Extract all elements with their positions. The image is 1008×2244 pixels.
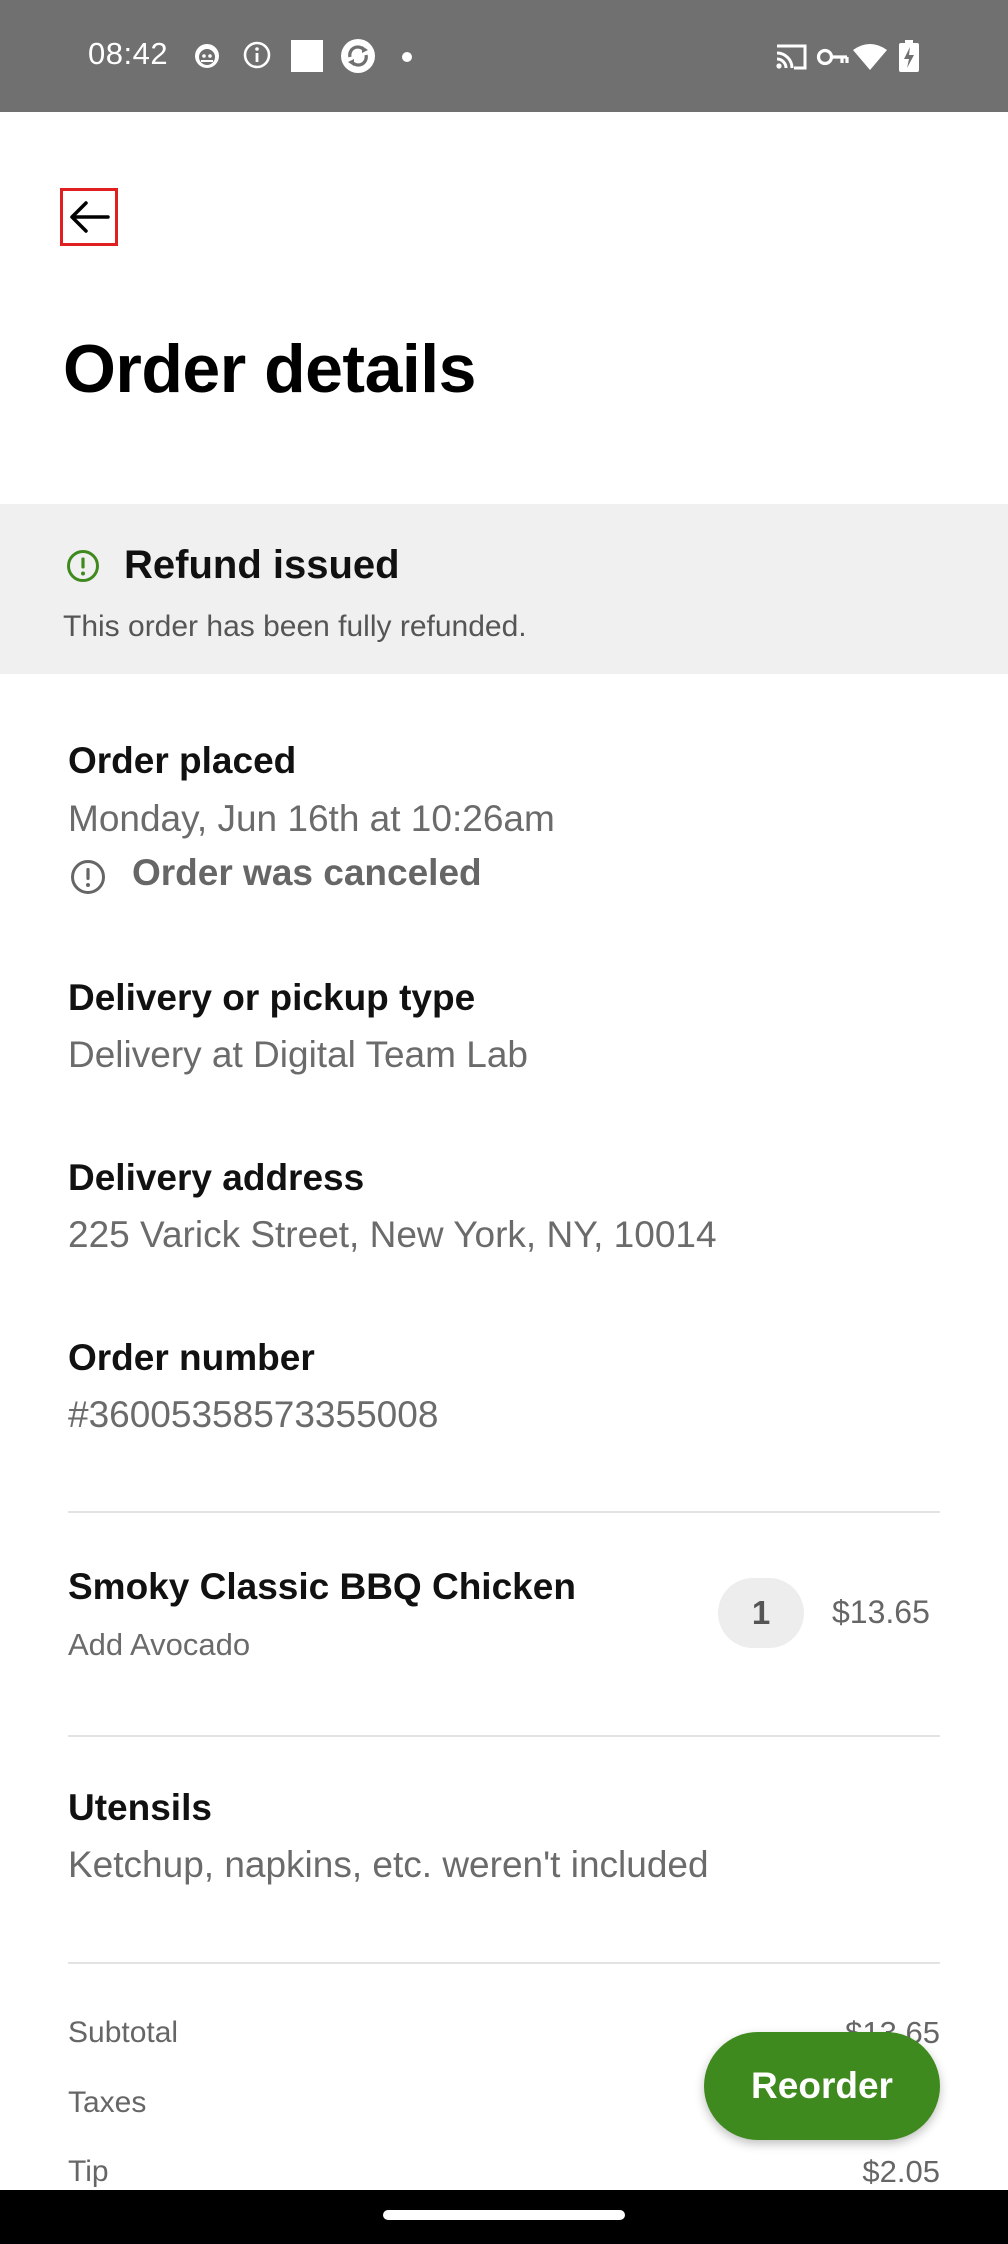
- delivery-type-label: Delivery or pickup type: [68, 977, 476, 1018]
- tip-label: Tip: [68, 2155, 109, 2188]
- taxes-label: Taxes: [68, 2086, 147, 2119]
- arrow-left-icon: [70, 201, 110, 233]
- dot-icon: [402, 52, 412, 62]
- utensils-label: Utensils: [68, 1787, 212, 1828]
- order-number-label: Order number: [68, 1337, 315, 1378]
- back-button[interactable]: [60, 188, 118, 246]
- home-gesture-handle[interactable]: [383, 2210, 625, 2220]
- item-name: Smoky Classic BBQ Chicken: [68, 1566, 576, 1607]
- refund-banner: [0, 504, 1008, 674]
- delivery-address-value: 225 Varick Street, New York, NY, 10014: [68, 1214, 717, 1255]
- divider: [68, 1511, 940, 1513]
- subtotal-label: Subtotal: [68, 2016, 179, 2049]
- order-placed-value: Monday, Jun 16th at 10:26am: [68, 798, 555, 839]
- item-price: $13.65: [832, 1594, 930, 1630]
- status-bar: 08:42: [0, 0, 1008, 112]
- exclamation-circle-icon: [71, 860, 105, 894]
- page-title: Order details: [63, 331, 477, 407]
- reorder-button[interactable]: Reorder: [704, 2032, 940, 2140]
- refund-subtitle: This order has been fully refunded.: [63, 610, 527, 643]
- item-modifier: Add Avocado: [68, 1627, 251, 1662]
- order-status-text: Order was canceled: [132, 852, 482, 893]
- sync-badge-icon: [341, 39, 375, 73]
- order-number-value: #36005358573355008: [68, 1394, 439, 1435]
- cast-icon: [776, 44, 807, 70]
- delivery-address-label: Delivery address: [68, 1157, 365, 1198]
- vpn-key-icon: [816, 48, 849, 66]
- quantity-badge: 1: [718, 1578, 804, 1648]
- order-placed-label: Order placed: [68, 740, 297, 781]
- order-details-screen: 08:42 Order details Refund issued This o…: [0, 0, 1008, 2244]
- divider: [68, 1962, 940, 1964]
- refund-title: Refund issued: [124, 543, 400, 587]
- status-time: 08:42: [88, 36, 169, 71]
- tip-value: $2.05: [862, 2154, 940, 2189]
- info-circle-icon: [243, 41, 271, 69]
- cat-face-icon: [195, 44, 219, 68]
- battery-charging-icon: [899, 40, 919, 72]
- delivery-type-value: Delivery at Digital Team Lab: [68, 1034, 528, 1075]
- white-square-icon: [291, 40, 323, 72]
- wifi-icon: [853, 44, 887, 70]
- divider: [68, 1735, 940, 1737]
- exclamation-circle-icon: [67, 550, 99, 582]
- utensils-value: Ketchup, napkins, etc. weren't included: [68, 1844, 709, 1885]
